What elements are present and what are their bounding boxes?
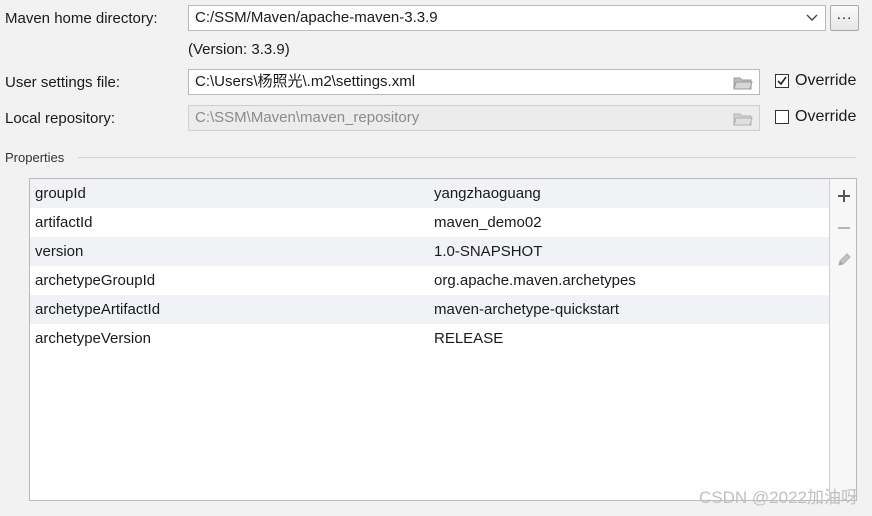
user-settings-value: C:\Users\杨照光\.m2\settings.xml xyxy=(195,73,416,90)
property-key: archetypeGroupId xyxy=(35,272,156,289)
table-row[interactable]: archetypeGroupId org.apache.maven.archet… xyxy=(30,266,829,295)
checkbox-unchecked-icon[interactable] xyxy=(775,110,789,124)
maven-version-note: (Version: 3.3.9) xyxy=(188,41,290,58)
watermark-text: CSDN @2022加油呀 xyxy=(699,488,858,507)
property-value: org.apache.maven.archetypes xyxy=(434,272,636,289)
local-repository-label: Local repository: xyxy=(5,110,116,127)
checkbox-checked-icon[interactable] xyxy=(775,74,789,88)
property-key: archetypeVersion xyxy=(35,330,151,347)
user-settings-override-checkbox[interactable]: Override xyxy=(775,72,856,90)
folder-icon xyxy=(733,111,753,127)
property-value: 1.0-SNAPSHOT xyxy=(434,243,543,260)
user-settings-label: User settings file: xyxy=(5,74,121,91)
properties-toolbar xyxy=(829,179,856,500)
table-row[interactable]: groupId yangzhaoguang xyxy=(30,179,829,208)
properties-table: groupId yangzhaoguang artifactId maven_d… xyxy=(29,178,857,501)
local-repository-value: C:\SSM\Maven\maven_repository xyxy=(195,109,420,126)
plus-icon[interactable] xyxy=(832,184,856,208)
maven-home-combobox[interactable]: C:/SSM/Maven/apache-maven-3.3.9 xyxy=(188,5,826,31)
pencil-icon[interactable] xyxy=(832,248,856,272)
property-key: artifactId xyxy=(35,214,93,231)
local-repository-override-checkbox[interactable]: Override xyxy=(775,108,856,126)
properties-section-title: Properties xyxy=(5,150,65,165)
table-row[interactable]: archetypeArtifactId maven-archetype-quic… xyxy=(30,295,829,324)
table-row[interactable]: version 1.0-SNAPSHOT xyxy=(30,237,829,266)
table-row[interactable]: artifactId maven_demo02 xyxy=(30,208,829,237)
maven-home-browse-button[interactable]: ... xyxy=(830,5,859,31)
property-key: archetypeArtifactId xyxy=(35,301,161,318)
minus-icon[interactable] xyxy=(832,216,856,240)
user-settings-override-label: Override xyxy=(795,72,857,89)
section-divider xyxy=(78,157,856,158)
property-value: RELEASE xyxy=(434,330,504,347)
user-settings-field[interactable]: C:\Users\杨照光\.m2\settings.xml xyxy=(188,69,760,95)
properties-table-body: groupId yangzhaoguang artifactId maven_d… xyxy=(30,179,829,500)
table-row[interactable]: archetypeVersion RELEASE xyxy=(30,324,829,353)
local-repository-override-label: Override xyxy=(795,108,857,125)
property-value: yangzhaoguang xyxy=(434,185,541,202)
property-value: maven_demo02 xyxy=(434,214,542,231)
property-key: version xyxy=(35,243,84,260)
property-value: maven-archetype-quickstart xyxy=(434,301,620,318)
folder-icon[interactable] xyxy=(733,75,753,91)
maven-home-value: C:/SSM/Maven/apache-maven-3.3.9 xyxy=(195,9,438,26)
chevron-down-icon[interactable] xyxy=(803,6,821,30)
local-repository-field: C:\SSM\Maven\maven_repository xyxy=(188,105,760,131)
property-key: groupId xyxy=(35,185,86,202)
maven-home-label: Maven home directory: xyxy=(5,10,158,27)
